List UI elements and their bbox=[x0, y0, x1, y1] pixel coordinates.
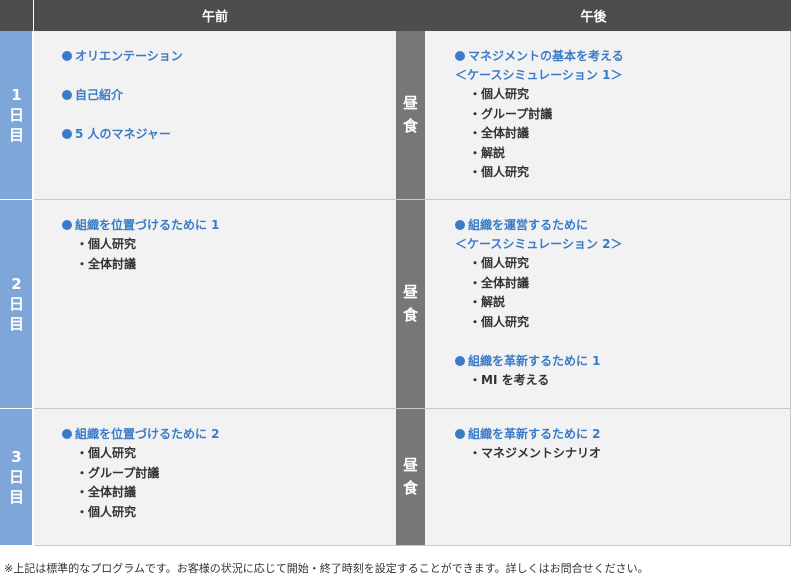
day-3-label-cell: 3日目 bbox=[0, 409, 33, 545]
session-heading: マネジメントの基本を考える bbox=[455, 47, 624, 66]
activity-item: ・個人研究 bbox=[469, 165, 530, 179]
header-corner bbox=[0, 0, 33, 31]
bullet-dot-icon bbox=[62, 51, 72, 61]
day-2-morning-content: 組織を位置づけるために 1 ・個人研究・全体討議 bbox=[62, 216, 220, 274]
bullet-dot-icon bbox=[62, 429, 72, 439]
activity-item: ・全体討議 bbox=[76, 485, 137, 499]
day-1-label: 1日目 bbox=[8, 86, 24, 144]
day-2-label-cell: 2日目 bbox=[0, 200, 33, 408]
session-heading: オリエンテーション bbox=[62, 47, 183, 66]
day-1-afternoon-cell: マネジメントの基本を考える ＜ケースシミュレーション 1＞ ・個人研究 ・グループ討議… bbox=[425, 31, 791, 199]
session-heading: 組織を革新するために 2 bbox=[455, 425, 601, 444]
activity-item: ・MI を考える bbox=[469, 373, 550, 387]
day-2-afternoon-cell: 組織を運営するために ＜ケースシミュレーション 2＞ ・個人研究 ・全体討議 ・解説 ・個… bbox=[425, 200, 791, 408]
session-heading-text: オリエンテーション bbox=[75, 49, 183, 63]
session-heading-text: 5 人のマネジャー bbox=[75, 127, 171, 141]
session-heading: 組織を運営するために bbox=[455, 216, 622, 235]
activity-item: ・解説 bbox=[469, 295, 506, 309]
schedule-table: 午前 午後 1日目 オリエンテーション 自己紹介 5 人のマネジャー 昼食 マネジメ… bbox=[0, 0, 791, 546]
lunch-label: 昼食 bbox=[402, 283, 418, 324]
activity-item: ・個人研究 bbox=[76, 237, 137, 251]
day-3-label: 3日目 bbox=[8, 448, 24, 506]
day-1-afternoon-content: マネジメントの基本を考える ＜ケースシミュレーション 1＞ ・個人研究 ・グループ討議… bbox=[455, 47, 624, 183]
day-3-afternoon-content: 組織を革新するために 2 ・マネジメントシナリオ bbox=[455, 425, 601, 464]
lunch-label: 昼食 bbox=[402, 94, 418, 135]
day-3-morning-cell: 組織を位置づけるために 2 ・個人研究 ・グループ討議 ・全体討議 ・個人研究 bbox=[34, 409, 396, 545]
activity-item: ・個人研究 bbox=[469, 87, 530, 101]
session-heading-text: 自己紹介 bbox=[75, 88, 124, 102]
day-1-lunch: 昼食 bbox=[396, 31, 425, 199]
session-heading-text: マネジメントの基本を考える bbox=[468, 49, 624, 63]
header-afternoon: 午後 bbox=[396, 0, 791, 31]
session-heading: 5 人のマネジャー bbox=[62, 125, 183, 144]
day-3-morning-content: 組織を位置づけるために 2 ・個人研究 ・グループ討議 ・全体討議 ・個人研究 bbox=[62, 425, 220, 522]
day-1-label-cell: 1日目 bbox=[0, 31, 33, 199]
activity-item: ・個人研究 bbox=[469, 256, 530, 270]
bullet-dot-icon bbox=[62, 220, 72, 230]
day-1-morning-content: オリエンテーション 自己紹介 5 人のマネジャー bbox=[62, 47, 183, 144]
session-heading-text: 組織を位置づけるために 1 bbox=[75, 218, 220, 232]
activity-item: ・全体討議 bbox=[76, 256, 137, 271]
lunch-label: 昼食 bbox=[402, 456, 418, 497]
session-subheading: ＜ケースシミュレーション 2＞ bbox=[455, 237, 623, 251]
activity-item: ・個人研究 bbox=[469, 314, 530, 329]
activity-item: ・全体討議 bbox=[469, 126, 530, 140]
bullet-dot-icon bbox=[455, 220, 465, 230]
header-morning: 午前 bbox=[34, 0, 396, 31]
footnote: ※上記は標準的なプログラムです。お客様の状況に応じて開始・終了時刻を設定すること… bbox=[4, 562, 649, 575]
day-2-label: 2日目 bbox=[8, 275, 24, 333]
session-heading-text: 組織を運営するために bbox=[468, 218, 589, 232]
day-2-morning-cell: 組織を位置づけるために 1 ・個人研究・全体討議 bbox=[34, 200, 396, 408]
bullet-dot-icon bbox=[455, 51, 465, 61]
session-heading: 組織を位置づけるために 2 bbox=[62, 425, 220, 444]
session-heading: 組織を位置づけるために 1 bbox=[62, 216, 220, 235]
bullet-dot-icon bbox=[455, 429, 465, 439]
activity-item: ・解説 bbox=[469, 145, 506, 160]
session-heading: 組織を革新するために 1 bbox=[455, 352, 622, 371]
session-heading-text: 組織を革新するために 1 bbox=[468, 354, 601, 368]
activity-item: ・マネジメントシナリオ bbox=[469, 446, 602, 460]
day-2-afternoon-content: 組織を運営するために ＜ケースシミュレーション 2＞ ・個人研究 ・全体討議 ・解説 ・個… bbox=[455, 216, 622, 391]
session-heading-text: 組織を革新するために 2 bbox=[468, 427, 601, 441]
bullet-dot-icon bbox=[62, 129, 72, 139]
activity-item: ・個人研究 bbox=[76, 504, 137, 519]
day-1-morning-cell: オリエンテーション 自己紹介 5 人のマネジャー bbox=[34, 31, 396, 199]
activity-item: ・個人研究 bbox=[76, 446, 137, 460]
activity-item: ・全体討議 bbox=[469, 275, 530, 290]
table-bottom-border bbox=[34, 545, 791, 546]
session-heading-text: 組織を位置づけるために 2 bbox=[75, 427, 220, 441]
bullet-dot-icon bbox=[62, 90, 72, 100]
activity-item: ・グループ討議 bbox=[76, 465, 160, 480]
activity-item: ・グループ討議 bbox=[469, 106, 553, 121]
bullet-dot-icon bbox=[455, 356, 465, 366]
day-2-lunch: 昼食 bbox=[396, 200, 425, 408]
session-subheading: ＜ケースシミュレーション 1＞ bbox=[455, 68, 623, 82]
day-3-lunch: 昼食 bbox=[396, 409, 425, 545]
session-heading: 自己紹介 bbox=[62, 86, 183, 105]
day-3-afternoon-cell: 組織を革新するために 2 ・マネジメントシナリオ bbox=[425, 409, 791, 545]
